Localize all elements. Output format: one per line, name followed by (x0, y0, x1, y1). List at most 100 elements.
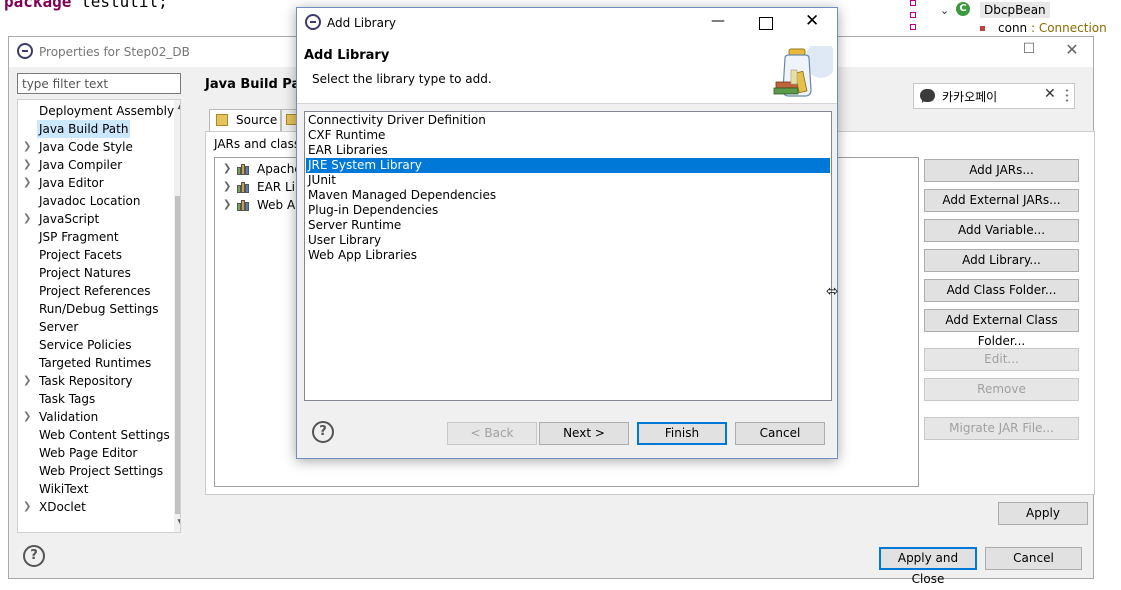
library-type-item[interactable]: Server Runtime (306, 218, 830, 233)
tree-item[interactable]: Deployment Assembly (18, 102, 174, 120)
tree-item[interactable]: ❯ JavaScript (18, 210, 168, 228)
tree-item[interactable]: ❯ XDoclet (18, 498, 168, 516)
tree-item-label: Java Build Path (37, 120, 131, 138)
scroll-up-icon[interactable]: ▲ (175, 101, 180, 115)
add-library-button[interactable]: Add Library... (924, 249, 1079, 272)
close-icon[interactable]: ✕ (1044, 86, 1056, 102)
field-private-icon (980, 26, 985, 31)
tree-item[interactable]: Service Policies (18, 336, 168, 354)
expand-icon[interactable]: ❯ (223, 196, 231, 214)
tree-item[interactable]: Project References (18, 282, 168, 300)
expand-icon[interactable]: ❯ (23, 138, 33, 156)
tree-item[interactable]: Javadoc Location (18, 192, 168, 210)
tree-item[interactable]: WikiText (18, 480, 168, 498)
minimize-icon[interactable]: — (711, 13, 725, 29)
tree-scrollbar-thumb[interactable] (175, 196, 180, 514)
tree-item-label: Java Editor (39, 176, 104, 190)
migrate-jar-button[interactable]: Migrate JAR File... (924, 417, 1079, 440)
add-library-dialog: Add Library — ✕ Add Library Select the l… (296, 7, 838, 459)
tree-item[interactable]: Server (18, 318, 168, 336)
expand-icon[interactable]: ❯ (23, 408, 33, 426)
tree-item-label: Project Facets (39, 248, 122, 262)
library-type-item[interactable]: Connectivity Driver Definition (306, 113, 830, 128)
library-type-item[interactable]: JUnit (306, 173, 830, 188)
tree-item[interactable]: ❯ Java Code Style (18, 138, 168, 156)
remove-button[interactable]: Remove (924, 378, 1079, 401)
add-class-folder-button[interactable]: Add Class Folder... (924, 279, 1079, 302)
close-icon[interactable]: ✕ (1062, 40, 1082, 59)
wizard-heading: Add Library (304, 48, 390, 63)
tree-item[interactable]: ❯ Java Editor (18, 174, 168, 192)
expand-icon[interactable]: ❯ (223, 160, 231, 178)
expand-icon[interactable]: ❯ (23, 372, 33, 390)
drag-handle-icon[interactable] (1064, 88, 1070, 104)
next-button[interactable]: Next > (539, 422, 629, 445)
library-type-item[interactable]: JRE System Library (306, 158, 830, 173)
library-type-item[interactable]: Plug-in Dependencies (306, 203, 830, 218)
kakaopay-label: 카카오페이 (942, 90, 998, 104)
library-type-item[interactable]: Maven Managed Dependencies (306, 188, 830, 203)
expand-icon[interactable]: ❯ (23, 156, 33, 174)
outline-field-item[interactable]: conn : Connection (998, 21, 1107, 35)
expand-icon[interactable]: ❯ (23, 174, 33, 192)
outline-class-item[interactable]: DbcpBean (980, 2, 1050, 18)
cancel-button[interactable]: Cancel (735, 422, 825, 445)
add-external-jars-button[interactable]: Add External JARs... (924, 189, 1079, 212)
help-icon[interactable]: ? (23, 545, 45, 567)
tree-item[interactable]: ❯ Java Compiler (18, 156, 168, 174)
kakaopay-popup[interactable]: 카카오페이 ✕ (913, 83, 1075, 109)
properties-tree: Deployment Assembly Java Build Path ❯ Java … (17, 99, 181, 533)
expand-icon[interactable]: ❯ (23, 210, 33, 228)
tree-item[interactable]: Task Tags (18, 390, 168, 408)
properties-title: Properties for Step02_DB (39, 45, 190, 59)
expand-icon[interactable]: ❯ (23, 498, 33, 516)
back-button[interactable]: < Back (447, 422, 537, 445)
scroll-down-icon[interactable]: ▼ (175, 518, 180, 532)
tree-item[interactable]: Web Page Editor (18, 444, 168, 462)
tree-item[interactable]: Web Project Settings (18, 462, 168, 480)
maximize-icon[interactable] (759, 17, 773, 30)
tree-item[interactable]: Java Build Path (18, 120, 168, 138)
tree-item-label: Targeted Runtimes (39, 356, 152, 370)
field-type: : Connection (1027, 21, 1107, 35)
chevron-down-icon[interactable]: ⌄ (940, 4, 949, 17)
jars-label: JARs and class f (214, 137, 309, 151)
close-icon[interactable]: ✕ (805, 11, 819, 31)
tree-item[interactable]: ❯ Task Repository (18, 372, 168, 390)
tree-item-label: Java Code Style (39, 140, 133, 154)
tree-item-label: Web Page Editor (39, 446, 138, 460)
expand-icon[interactable]: ❯ (223, 178, 231, 196)
finish-button[interactable]: Finish (637, 422, 727, 445)
code-line[interactable]: package testutil; (4, 0, 168, 11)
tree-item[interactable]: Project Facets (18, 246, 168, 264)
filter-input[interactable] (17, 73, 181, 94)
tree-item[interactable]: JSP Fragment (18, 228, 168, 246)
tree-item-label: Task Repository (39, 374, 133, 388)
edit-button[interactable]: Edit... (924, 348, 1079, 371)
tab-source[interactable]: Source (209, 109, 281, 131)
library-type-item[interactable]: EAR Libraries (306, 143, 830, 158)
help-icon[interactable]: ? (312, 421, 334, 443)
apply-button[interactable]: Apply (998, 502, 1088, 525)
add-variable-button[interactable]: Add Variable... (924, 219, 1079, 242)
wizard-banner: Add Library Select the library type to a… (297, 38, 837, 104)
cancel-button[interactable]: Cancel (985, 547, 1082, 570)
library-type-item[interactable]: Web App Libraries (306, 248, 830, 263)
add-library-title-bar[interactable]: Add Library — ✕ (297, 8, 837, 38)
tree-item[interactable]: Project Natures (18, 264, 168, 282)
tree-item[interactable]: Run/Debug Settings (18, 300, 168, 318)
field-name: conn (998, 21, 1028, 35)
maximize-icon[interactable]: ☐ (1019, 41, 1039, 57)
tree-item[interactable]: ❯ Validation (18, 408, 168, 426)
apply-and-close-button[interactable]: Apply and Close (879, 547, 977, 586)
class-icon: C (956, 2, 970, 16)
tree-item-label: Java Compiler (39, 158, 123, 172)
tree-item[interactable]: Targeted Runtimes (18, 354, 168, 372)
chat-bubble-icon (920, 89, 935, 103)
library-type-item[interactable]: CXF Runtime (306, 128, 830, 143)
add-external-class-folder-button[interactable]: Add External Class Folder... (924, 309, 1079, 348)
library-type-item[interactable]: User Library (306, 233, 830, 248)
add-jars-button[interactable]: Add JARs... (924, 159, 1079, 182)
tree-item[interactable]: Web Content Settings (18, 426, 170, 444)
code-text: testutil; (71, 0, 168, 11)
